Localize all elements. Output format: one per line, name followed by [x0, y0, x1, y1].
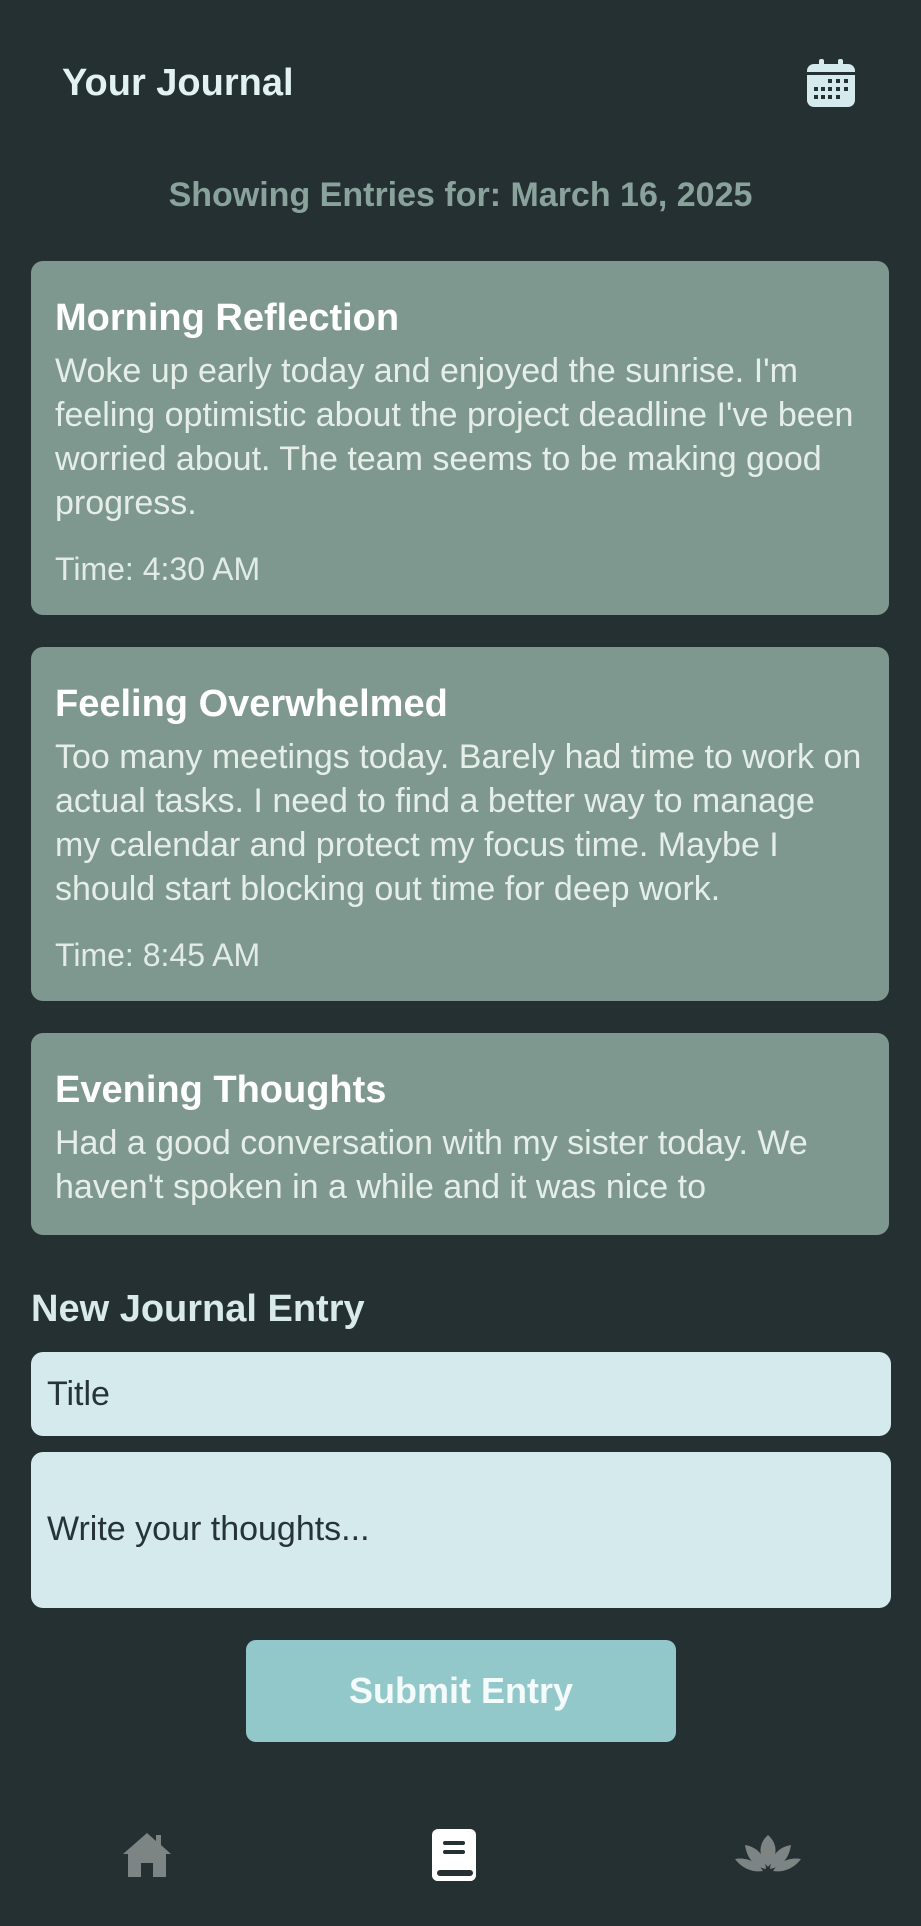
- entry-body: Had a good conversation with my sister t…: [55, 1124, 808, 1206]
- journal-entry-card[interactable]: Feeling Overwhelmed Too many meetings to…: [31, 647, 889, 1001]
- calendar-button[interactable]: [804, 56, 858, 110]
- entry-title: Evening Thoughts: [55, 1069, 387, 1111]
- date-filter-label: Showing Entries for: March 16, 2025: [168, 176, 753, 214]
- entry-time: Time: 4:30 AM: [55, 551, 261, 587]
- entry-title: Feeling Overwhelmed: [55, 683, 448, 725]
- journal-book-icon: [432, 1829, 476, 1881]
- nav-journal[interactable]: [414, 1820, 494, 1890]
- nav-meditate[interactable]: [728, 1820, 808, 1890]
- entry-title: Morning Reflection: [55, 297, 400, 339]
- journal-entry-card[interactable]: Morning Reflection Woke up early today a…: [31, 261, 889, 615]
- page-title: Your Journal: [62, 62, 294, 104]
- submit-entry-button[interactable]: Submit Entry: [246, 1640, 676, 1742]
- calendar-icon: [807, 59, 855, 107]
- nav-home[interactable]: [107, 1820, 187, 1890]
- entry-body-textarea[interactable]: [31, 1452, 891, 1608]
- journal-entries-list[interactable]: Morning Reflection Woke up early today a…: [31, 261, 889, 1243]
- new-entry-heading: New Journal Entry: [31, 1288, 365, 1330]
- entry-body: Too many meetings today. Barely had time…: [55, 738, 862, 908]
- lotus-icon: [735, 1835, 801, 1872]
- entry-title-input[interactable]: [31, 1352, 891, 1436]
- journal-entry-card[interactable]: Evening Thoughts Had a good conversation…: [31, 1033, 889, 1235]
- app-header: Your Journal: [0, 0, 921, 180]
- entry-body: Woke up early today and enjoyed the sunr…: [55, 352, 854, 522]
- bottom-navigation: [0, 1790, 921, 1926]
- entry-time: Time: 8:45 AM: [55, 937, 261, 973]
- home-icon: [123, 1833, 171, 1877]
